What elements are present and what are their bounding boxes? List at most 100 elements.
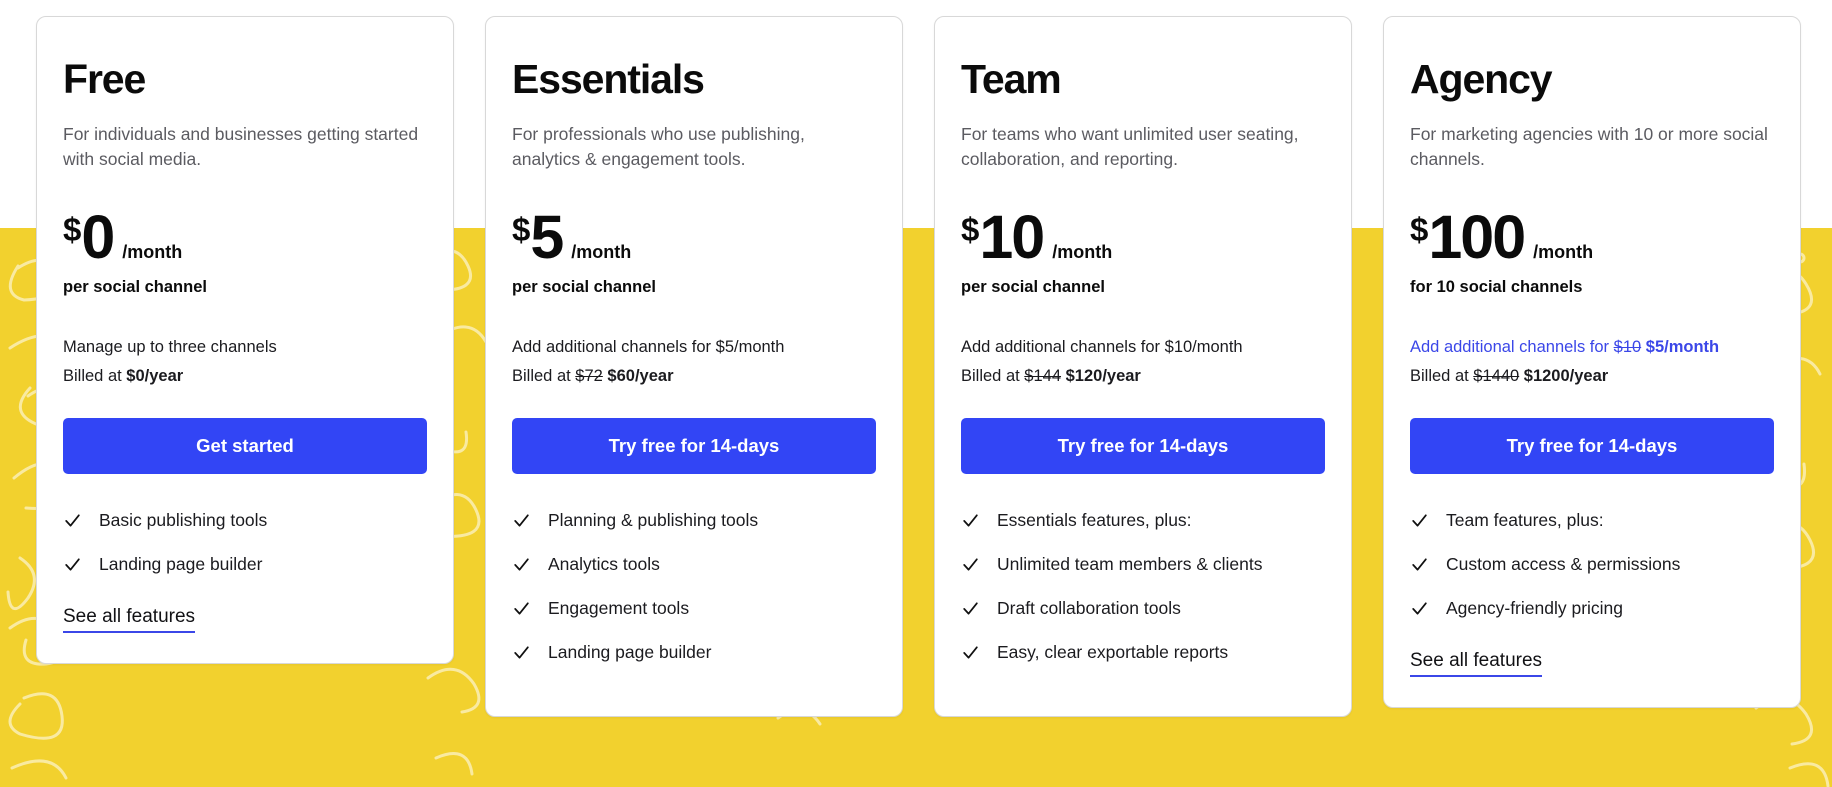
billing-note: Billed at $1440 $1200/year bbox=[1410, 364, 1774, 390]
billing-notes: Add additional channels for $5/month Bill… bbox=[512, 335, 876, 392]
note-part-bold: $60/year bbox=[607, 366, 674, 385]
feature-item: Custom access & permissions bbox=[1410, 554, 1774, 575]
price-row: $10/month bbox=[961, 207, 1325, 268]
billing-note-link[interactable]: Add additional channels for $10 $5/month bbox=[1410, 335, 1774, 361]
feature-item: Essentials features, plus: bbox=[961, 510, 1325, 531]
plan-name: Essentials bbox=[512, 56, 705, 102]
note-part-normal: Manage up to three channels bbox=[63, 338, 277, 356]
plan-name: Agency bbox=[1410, 56, 1553, 102]
feature-list: Team features, plus: Custom access & perm… bbox=[1410, 510, 1774, 642]
check-icon bbox=[512, 511, 531, 530]
feature-item: Unlimited team members & clients bbox=[961, 554, 1325, 575]
feature-item: Easy, clear exportable reports bbox=[961, 642, 1325, 663]
feature-label: Analytics tools bbox=[548, 554, 660, 575]
plan-description: For professionals who use publishing, an… bbox=[512, 124, 805, 170]
price-row: $0/month bbox=[63, 207, 427, 268]
feature-item: Analytics tools bbox=[512, 554, 876, 575]
billing-note: Add additional channels for $5/month bbox=[512, 335, 876, 361]
check-icon bbox=[961, 555, 980, 574]
feature-item: Engagement tools bbox=[512, 598, 876, 619]
note-part-normal: Add additional channels for $5/month bbox=[512, 338, 785, 356]
feature-label: Basic publishing tools bbox=[99, 510, 268, 531]
billing-note: Billed at $144 $120/year bbox=[961, 364, 1325, 390]
see-all-features-link[interactable]: See all features bbox=[1410, 650, 1543, 678]
feature-label: Easy, clear exportable reports bbox=[997, 642, 1229, 663]
note-part-strike: $144 bbox=[1024, 366, 1062, 385]
note-part-normal: Billed at bbox=[63, 366, 127, 385]
feature-label: Engagement tools bbox=[548, 598, 690, 619]
check-icon bbox=[512, 599, 531, 618]
note-part-normal: Billed at bbox=[961, 366, 1025, 385]
price-period: /month bbox=[1052, 242, 1113, 262]
price-period: /month bbox=[571, 242, 632, 262]
note-part-strike: $72 bbox=[575, 366, 603, 385]
price-currency: $ bbox=[961, 211, 980, 248]
feature-label: Team features, plus: bbox=[1446, 510, 1604, 531]
billing-note: Add additional channels for $10/month bbox=[961, 335, 1325, 361]
check-icon bbox=[961, 511, 980, 530]
cta-button[interactable]: Get started bbox=[63, 418, 427, 475]
billing-notes: Add additional channels for $10/month Bil… bbox=[961, 335, 1325, 392]
check-icon bbox=[1410, 511, 1429, 530]
feature-item: Team features, plus: bbox=[1410, 510, 1774, 531]
price-period: /month bbox=[1533, 242, 1594, 262]
check-icon bbox=[961, 599, 980, 618]
price-row: $100/month bbox=[1410, 207, 1774, 268]
note-part-bold: $120/year bbox=[1065, 366, 1141, 385]
price-currency: $ bbox=[63, 211, 82, 248]
price-subtext: per social channel bbox=[961, 278, 1105, 296]
note-part-normal: Add additional channels for bbox=[1410, 338, 1614, 356]
cta-button[interactable]: Try free for 14-days bbox=[961, 418, 1325, 475]
check-icon bbox=[1410, 555, 1429, 574]
feature-item: Basic publishing tools bbox=[63, 510, 427, 531]
price-amount: 0 bbox=[81, 203, 115, 271]
price-currency: $ bbox=[1410, 211, 1429, 248]
feature-item: Planning & publishing tools bbox=[512, 510, 876, 531]
feature-list: Essentials features, plus: Unlimited team… bbox=[961, 510, 1325, 686]
plan-description: For individuals and businesses getting s… bbox=[63, 124, 419, 170]
billing-notes: Add additional channels for $10 $5/month… bbox=[1410, 335, 1774, 392]
see-all-features-link[interactable]: See all features bbox=[63, 606, 196, 634]
note-part-bold: $1200/year bbox=[1523, 366, 1609, 385]
cta-button[interactable]: Try free for 14-days bbox=[1410, 418, 1774, 475]
plan-name: Team bbox=[961, 56, 1062, 102]
feature-item: Landing page builder bbox=[512, 642, 876, 663]
price-subtext: per social channel bbox=[512, 278, 656, 296]
pricing-card-agency: Agency For marketing agencies with 10 or … bbox=[1383, 16, 1801, 709]
price-amount: 5 bbox=[530, 203, 564, 271]
note-part-strike: $1440 bbox=[1473, 366, 1520, 385]
pricing-card-team: Team For teams who want unlimited user se… bbox=[934, 16, 1352, 718]
feature-label: Custom access & permissions bbox=[1446, 554, 1681, 575]
plan-description: For marketing agencies with 10 or more s… bbox=[1410, 124, 1768, 170]
check-icon bbox=[512, 555, 531, 574]
note-part-strike: $10 bbox=[1613, 338, 1642, 356]
price-amount: 10 bbox=[979, 203, 1045, 271]
billing-note: Billed at $0/year bbox=[63, 364, 427, 390]
billing-note: Manage up to three channels bbox=[63, 335, 427, 361]
billing-note: Billed at $72 $60/year bbox=[512, 364, 876, 390]
price-row: $5/month bbox=[512, 207, 876, 268]
feature-label: Unlimited team members & clients bbox=[997, 554, 1263, 575]
check-icon bbox=[512, 643, 531, 662]
note-part-bold: $0/year bbox=[126, 366, 184, 385]
feature-label: Essentials features, plus: bbox=[997, 510, 1192, 531]
feature-item: Landing page builder bbox=[63, 554, 427, 575]
plan-name: Free bbox=[63, 56, 146, 102]
feature-item: Draft collaboration tools bbox=[961, 598, 1325, 619]
check-icon bbox=[63, 511, 82, 530]
plan-description: For teams who want unlimited user seatin… bbox=[961, 124, 1299, 170]
feature-label: Landing page builder bbox=[99, 554, 263, 575]
price-subtext: for 10 social channels bbox=[1410, 278, 1583, 296]
pricing-card-essentials: Essentials For professionals who use publ… bbox=[485, 16, 903, 718]
note-part-normal: Billed at bbox=[1410, 366, 1474, 385]
price-currency: $ bbox=[512, 211, 531, 248]
note-part-bold: $5/month bbox=[1645, 338, 1720, 356]
price-period: /month bbox=[122, 242, 183, 262]
cta-button[interactable]: Try free for 14-days bbox=[512, 418, 876, 475]
note-part-normal: Add additional channels for $10/month bbox=[961, 338, 1243, 356]
check-icon bbox=[1410, 599, 1429, 618]
feature-label: Agency-friendly pricing bbox=[1446, 598, 1624, 619]
feature-label: Landing page builder bbox=[548, 642, 712, 663]
feature-item: Agency-friendly pricing bbox=[1410, 598, 1774, 619]
feature-list: Basic publishing tools Landing page build… bbox=[63, 510, 427, 598]
